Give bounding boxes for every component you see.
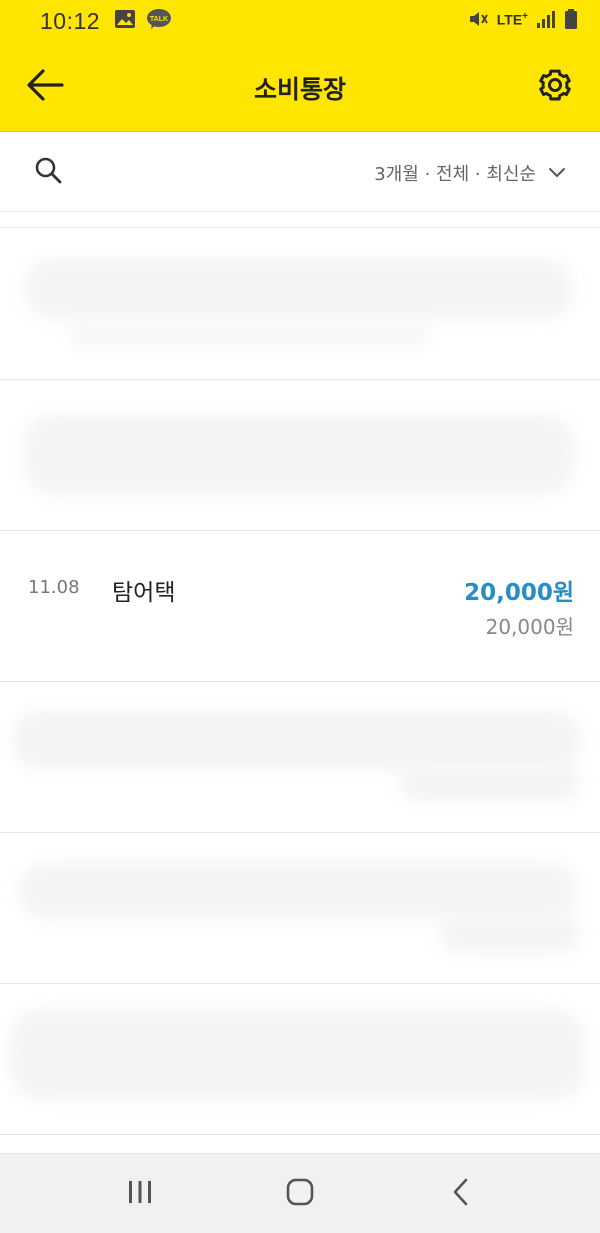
blurred-content: [400, 762, 580, 802]
battery-icon: [564, 8, 578, 34]
filter-bar: 3개월 · 전체 · 최신순: [0, 132, 600, 212]
status-right-icons: LTE+: [467, 8, 578, 34]
list-item-blurred: [0, 682, 600, 833]
transaction-list: 11.08 탐어택 20,000원 20,000원: [0, 229, 600, 1135]
blurred-content: [24, 259, 574, 319]
search-icon: [33, 155, 63, 189]
blurred-content: [70, 319, 430, 349]
transaction-balance: 20,000원: [485, 615, 574, 639]
page-title: 소비통장: [253, 75, 346, 104]
list-item-blurred: [0, 229, 600, 380]
filter-label: 3개월 · 전체 · 최신순: [374, 164, 536, 185]
list-item-blurred: [0, 984, 600, 1135]
blurred-content: [12, 710, 582, 770]
mute-icon: [467, 8, 489, 34]
transaction-date: 11.08: [28, 577, 80, 598]
signal-icon: [536, 9, 556, 33]
back-nav-button[interactable]: [430, 1164, 490, 1224]
gallery-icon: [114, 9, 136, 33]
gear-icon: [536, 66, 574, 108]
home-button[interactable]: [270, 1164, 330, 1224]
blurred-content: [10, 1010, 585, 1100]
back-nav-icon: [450, 1177, 470, 1211]
system-nav-bar: [0, 1153, 600, 1233]
chevron-down-icon: [548, 164, 566, 183]
status-left-icons: TALK: [114, 8, 172, 34]
status-time: 10:12: [40, 7, 101, 34]
blurred-content: [24, 414, 574, 494]
list-item-blurred: [0, 380, 600, 531]
search-button[interactable]: [28, 152, 68, 192]
lte-label: LTE: [496, 11, 523, 28]
screen: 10:12 TALK LTE+ 소비통장 3개월 · 전체 · 최신순 11.0…: [0, 0, 600, 1233]
status-bar: 10:12 TALK LTE+: [0, 0, 600, 42]
svg-text:TALK: TALK: [150, 16, 168, 23]
transaction-merchant: 탐어택: [112, 580, 176, 606]
list-top-divider: [0, 212, 600, 228]
app-header: 소비통장: [0, 42, 600, 132]
lte-icon: LTE+: [497, 11, 528, 28]
list-item-blurred: [0, 833, 600, 984]
recent-apps-icon: [126, 1179, 154, 1209]
transaction-amount: 20,000원: [464, 580, 574, 606]
blurred-content: [440, 913, 580, 953]
recent-apps-button[interactable]: [110, 1164, 170, 1224]
lte-plus: +: [522, 10, 528, 22]
kakaotalk-icon: TALK: [146, 8, 172, 34]
settings-button[interactable]: [532, 64, 578, 110]
transaction-row[interactable]: 11.08 탐어택 20,000원 20,000원: [0, 531, 600, 682]
blurred-content: [18, 863, 578, 918]
home-icon: [285, 1177, 315, 1211]
filter-dropdown[interactable]: 3개월 · 전체 · 최신순: [374, 156, 566, 190]
